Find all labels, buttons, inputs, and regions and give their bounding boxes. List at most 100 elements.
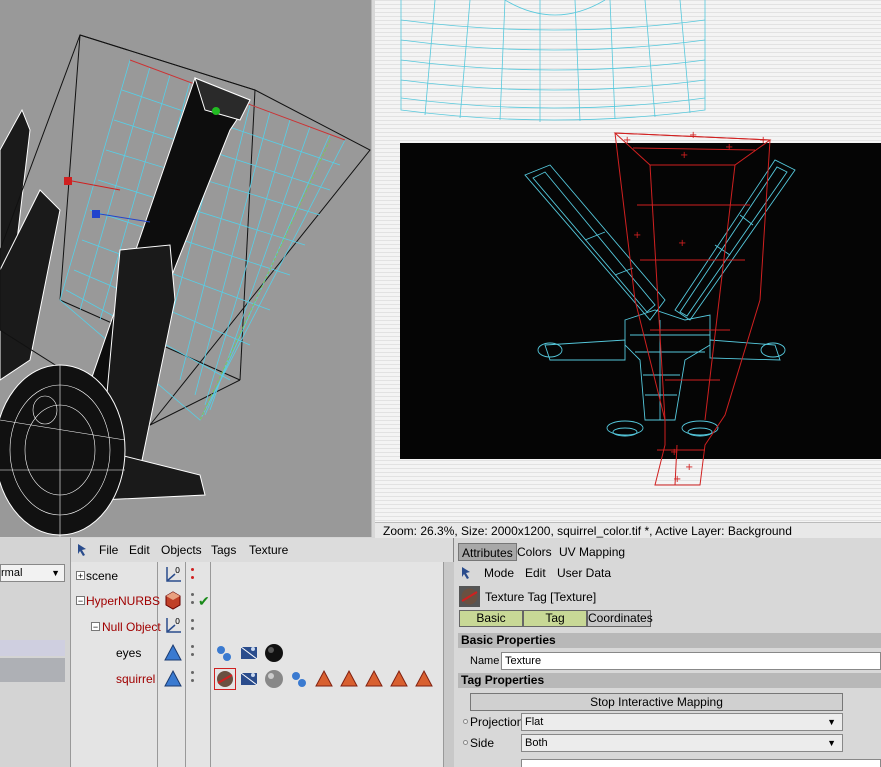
selection-tag-icon[interactable] [339, 669, 359, 689]
enabled-check-icon[interactable]: ✔ [198, 590, 210, 612]
render-dot[interactable] [191, 679, 194, 682]
polygon-object-icon [163, 669, 183, 689]
svg-text:+: + [689, 130, 697, 141]
phong-tag-icon[interactable] [214, 643, 234, 663]
object-name: eyes [116, 646, 142, 660]
object-name: HyperNURBS [86, 594, 161, 608]
collapse-icon[interactable]: − [76, 596, 85, 606]
visibility-dot[interactable] [191, 671, 194, 674]
stop-interactive-mapping-button[interactable]: Stop Interactive Mapping [470, 693, 843, 711]
selection-tag-icon[interactable] [414, 669, 434, 689]
object-row-null-object[interactable]: − Null Object 0 [71, 616, 443, 638]
uv-texture-view[interactable]: + + + + + + + + + + [375, 0, 881, 522]
side-label: Side [470, 736, 495, 750]
menu-texture[interactable]: Texture [249, 541, 288, 559]
phong-tag-icon[interactable] [289, 669, 309, 689]
svg-text:+: + [725, 142, 733, 153]
attr-menu-edit[interactable]: Edit [525, 565, 546, 581]
animation-key-dot[interactable] [463, 719, 468, 724]
chevron-down-icon: ▼ [827, 717, 836, 727]
material-tag-icon[interactable] [264, 669, 284, 689]
subtab-tag[interactable]: Tag [523, 610, 587, 627]
attr-menu-mode[interactable]: Mode [484, 565, 514, 581]
object-row-scene[interactable]: + scene 0 [71, 565, 443, 587]
selection-tag-icon[interactable] [364, 669, 384, 689]
3d-viewport[interactable] [0, 0, 371, 537]
svg-text:+: + [678, 238, 686, 249]
left-panel-row[interactable] [0, 658, 65, 682]
tab-uv-mapping[interactable]: UV Mapping [556, 543, 628, 561]
menu-tags[interactable]: Tags [211, 541, 236, 559]
projection-label: Projection [470, 715, 524, 729]
texture-tag-icon[interactable] [264, 643, 284, 663]
attr-title: Texture Tag [Texture] [485, 590, 597, 604]
handle-red [64, 177, 72, 185]
svg-text:+: + [759, 135, 767, 146]
object-row-squirrel[interactable]: squirrel [71, 668, 443, 690]
render-dot[interactable] [191, 576, 194, 579]
left-panel-row[interactable] [0, 640, 65, 656]
null-axis-icon: 0 [163, 616, 183, 636]
svg-text:+: + [670, 447, 678, 458]
menu-edit[interactable]: Edit [129, 541, 150, 559]
object-manager-menu: File Edit Objects Tags Texture [71, 541, 453, 561]
polygon-object-icon [163, 643, 183, 663]
mode-select-value: rmal [1, 567, 23, 579]
object-list-scrollbar[interactable] [443, 562, 454, 767]
projection-select[interactable]: Flat ▼ [521, 713, 843, 731]
section-tag-properties[interactable]: Tag Properties [458, 673, 881, 688]
side-select[interactable]: Both ▼ [521, 734, 843, 752]
texture-tag-icon [459, 586, 480, 607]
status-bar: Zoom: 26.3%, Size: 2000x1200, squirrel_c… [375, 522, 881, 538]
chevron-down-icon: ▼ [51, 568, 60, 578]
pointer-icon[interactable] [76, 542, 92, 563]
next-field-partial[interactable] [521, 759, 881, 767]
selection-tag-icon[interactable] [314, 669, 334, 689]
subtab-coordinates[interactable]: Coordinates [587, 610, 653, 627]
menu-objects[interactable]: Objects [161, 541, 202, 559]
visibility-dot[interactable] [191, 619, 194, 622]
object-row-hypernurbs[interactable]: − HyperNURBS ✔ [71, 590, 443, 612]
object-name: Null Object [102, 620, 161, 634]
visibility-dot[interactable] [191, 593, 194, 596]
name-label: Name [470, 655, 500, 667]
uvw-tag-icon[interactable] [239, 669, 259, 689]
render-dot[interactable] [191, 653, 194, 656]
hypernurbs-icon [163, 590, 183, 610]
subtab-basic[interactable]: Basic [459, 610, 523, 627]
svg-text:+: + [633, 230, 641, 241]
render-dot[interactable] [191, 601, 194, 604]
object-row-eyes[interactable]: eyes [71, 642, 443, 664]
texture-tag-icon-selected[interactable] [214, 668, 236, 690]
uv-mesh-canvas: + + + ++ ++ +++ [400, 0, 881, 486]
visibility-dot[interactable] [191, 645, 194, 648]
svg-text:+: + [673, 474, 681, 485]
uvw-tag-icon[interactable] [239, 643, 259, 663]
tab-colors[interactable]: Colors [514, 543, 555, 561]
projection-value: Flat [525, 716, 544, 728]
svg-text:0: 0 [175, 566, 180, 575]
tab-attributes[interactable]: Attributes [458, 543, 517, 561]
attr-menu-user-data[interactable]: User Data [557, 565, 611, 581]
animation-key-dot[interactable] [463, 740, 468, 745]
svg-text:+: + [623, 135, 631, 146]
side-value: Both [525, 737, 548, 749]
expand-icon[interactable]: + [76, 571, 85, 581]
viewport-wireframe [0, 34, 371, 537]
mode-select[interactable]: rmal ▼ [0, 564, 65, 582]
chevron-down-icon: ▼ [827, 738, 836, 748]
name-field[interactable]: Texture [501, 652, 881, 670]
render-dot[interactable] [191, 627, 194, 630]
section-basic-properties[interactable]: Basic Properties [458, 633, 881, 648]
null-axis-icon: 0 [163, 565, 183, 585]
svg-text:0: 0 [175, 617, 180, 626]
svg-text:+: + [680, 150, 688, 161]
object-name: squirrel [116, 672, 156, 686]
pointer-icon[interactable] [460, 565, 476, 584]
collapse-icon[interactable]: − [91, 622, 100, 632]
object-name: scene [86, 569, 119, 583]
svg-text:+: + [685, 462, 693, 473]
selection-tag-icon[interactable] [389, 669, 409, 689]
menu-file[interactable]: File [99, 541, 118, 559]
visibility-dot[interactable] [191, 568, 194, 571]
